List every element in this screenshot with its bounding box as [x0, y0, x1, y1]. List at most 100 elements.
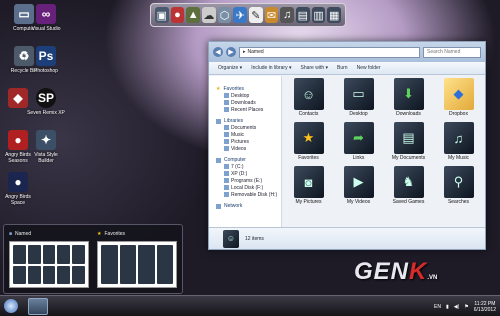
folder-favorites[interactable]: ★ Favorites	[285, 122, 332, 161]
folder-downloads[interactable]: ⬇ Downloads	[385, 78, 432, 117]
network-icon[interactable]: ▮	[446, 304, 449, 310]
folder-my-music[interactable]: ♫ My Music	[435, 122, 482, 161]
music-icon: ♫	[443, 122, 474, 154]
folder-contacts[interactable]: ☺ Contacts	[285, 78, 332, 117]
dock-app-9-icon[interactable]: ♫	[280, 7, 295, 23]
navigation-pane: ★ Favorites Desktop Downloads Recent Plac…	[209, 76, 282, 236]
dock-app-11-icon[interactable]: ▥	[311, 7, 326, 23]
library-icon	[216, 118, 221, 124]
saved-games-icon: ♞	[393, 166, 424, 198]
dock-app-7-icon[interactable]: ✎	[249, 7, 263, 23]
new-folder-button[interactable]: New folder	[357, 65, 381, 71]
top-dock: ▣ ● ▲ ☁ ⬡ ✈ ✎ ✉ ♫ ▤ ▥ ▦	[150, 3, 346, 27]
include-in-library-button[interactable]: Include in library ▾	[251, 65, 291, 71]
nav-item-drive-c[interactable]: 7 (C:)	[224, 163, 281, 170]
taskbar-explorer-button[interactable]	[28, 297, 48, 315]
organize-button[interactable]: Organize ▾	[218, 65, 242, 71]
address-field[interactable]: ▸ Named	[239, 46, 420, 58]
folder-links[interactable]: ➦ Links	[335, 122, 382, 161]
dock-app-1-icon[interactable]: ▣	[155, 7, 169, 23]
nav-item-documents[interactable]: Documents	[224, 124, 281, 131]
details-pane: ☺ 12 items	[209, 227, 485, 249]
searches-icon: ⚲	[443, 166, 474, 198]
dock-app-10-icon[interactable]: ▤	[296, 7, 310, 23]
dock-app-3-icon[interactable]: ▲	[186, 7, 201, 23]
dock-app-4-icon[interactable]: ☁	[202, 7, 216, 23]
dock-app-6-icon[interactable]: ✈	[233, 7, 248, 23]
folder-grid: ☺ Contacts ▭ Desktop ⬇ Downloads ◆ Dropbox ★…	[285, 78, 483, 205]
folder-icon	[224, 132, 229, 137]
nav-item-drive-d[interactable]: XP (D:)	[224, 170, 281, 177]
sp-logo-icon: SP	[36, 88, 56, 108]
folder-my-documents[interactable]: ▤ My Documents	[385, 122, 432, 161]
dock-app-12-icon[interactable]: ▦	[327, 7, 342, 23]
drive-icon	[224, 171, 229, 176]
drive-icon	[224, 164, 229, 169]
clock[interactable]: 11:22 PM 6/13/2012	[474, 301, 496, 313]
folder-dropbox[interactable]: ◆ Dropbox	[435, 78, 482, 117]
nav-item-videos[interactable]: Videos	[224, 145, 281, 152]
desktop-icon-angry-birds-space[interactable]: ● Angry Birds Space	[0, 172, 38, 206]
favorites-icon: ★	[293, 122, 324, 154]
search-input[interactable]: Search Named	[423, 46, 481, 58]
thumbnail-favorites[interactable]: ★ Favorites	[97, 230, 177, 288]
system-tray: EN ▮ ◀) ⚑ 11:22 PM 6/13/2012	[434, 296, 496, 316]
thumbnail-content	[97, 241, 177, 288]
thumbnail-named[interactable]: ■ Named	[9, 230, 89, 288]
nav-item-drive-f[interactable]: Local Disk (F:)	[224, 184, 281, 191]
folder-searches[interactable]: ⚲ Searches	[435, 166, 482, 205]
language-indicator[interactable]: EN	[434, 304, 441, 310]
nav-group-network[interactable]: Network	[216, 203, 281, 209]
desktop-icon-vista-style-builder[interactable]: ✦ Vista Style Builder	[26, 130, 66, 164]
nav-item-desktop[interactable]: Desktop	[224, 92, 281, 99]
folder-my-pictures[interactable]: ◙ My Pictures	[285, 166, 332, 205]
app-icon: ◆	[8, 88, 28, 108]
folder-icon	[224, 107, 229, 112]
folder-icon	[224, 125, 229, 130]
folder-desktop[interactable]: ▭ Desktop	[335, 78, 382, 117]
desktop-icon-photoshop[interactable]: Ps Photoshop	[26, 46, 66, 74]
flag-icon[interactable]: ⚑	[464, 304, 468, 310]
explorer-window: ◀ ▶ ▸ Named Search Named Organize ▾ Incl…	[208, 41, 486, 250]
videos-icon: ▶	[343, 166, 374, 198]
angry-birds-space-icon: ●	[8, 172, 28, 192]
pictures-icon: ◙	[293, 166, 324, 198]
nav-item-pictures[interactable]: Pictures	[224, 138, 281, 145]
nav-item-drive-h[interactable]: Removable Disk (H:)	[224, 191, 281, 198]
folder-icon	[224, 139, 229, 144]
dock-app-2-icon[interactable]: ●	[170, 7, 185, 23]
network-icon	[216, 203, 221, 209]
share-with-button[interactable]: Share with ▾	[301, 65, 329, 71]
drive-icon	[224, 178, 229, 183]
burn-button[interactable]: Burn	[337, 65, 348, 71]
desktop-icon-visual-studio[interactable]: ∞ Visual Studio	[26, 4, 66, 32]
command-bar: Organize ▾ Include in library ▾ Share wi…	[209, 62, 485, 75]
desktop-icon: ▭	[343, 78, 374, 110]
folder-my-videos[interactable]: ▶ My Videos	[335, 166, 382, 205]
back-icon[interactable]: ◀	[213, 47, 223, 57]
contacts-icon: ☺	[293, 78, 324, 110]
style-builder-icon: ✦	[36, 130, 56, 150]
nav-item-downloads[interactable]: Downloads	[224, 99, 281, 106]
folder-icon: ■	[9, 231, 13, 237]
documents-icon: ▤	[393, 122, 424, 154]
thumbnail-content	[9, 241, 89, 288]
address-bar: ◀ ▶ ▸ Named Search Named	[209, 42, 485, 62]
taskbar-thumbnail-preview: ■ Named ★ Favorites	[3, 224, 183, 294]
nav-item-music[interactable]: Music	[224, 131, 281, 138]
star-icon: ★	[97, 231, 102, 237]
dock-app-5-icon[interactable]: ⬡	[217, 7, 232, 23]
folder-icon	[224, 93, 229, 98]
dropbox-icon: ◆	[443, 78, 474, 110]
forward-icon[interactable]: ▶	[226, 47, 236, 57]
folder-saved-games[interactable]: ♞ Saved Games	[385, 166, 432, 205]
angry-birds-icon: ●	[8, 130, 28, 150]
start-button[interactable]	[4, 299, 18, 313]
nav-item-drive-e[interactable]: Programs (E:)	[224, 177, 281, 184]
volume-icon[interactable]: ◀)	[454, 304, 460, 310]
dock-app-8-icon[interactable]: ✉	[264, 7, 279, 23]
taskbar: EN ▮ ◀) ⚑ 11:22 PM 6/13/2012	[0, 295, 500, 316]
desktop-icon-seven-remix[interactable]: SP Seven Remix XP	[26, 88, 66, 116]
links-icon: ➦	[343, 122, 374, 154]
nav-item-recent-places[interactable]: Recent Places	[224, 106, 281, 113]
